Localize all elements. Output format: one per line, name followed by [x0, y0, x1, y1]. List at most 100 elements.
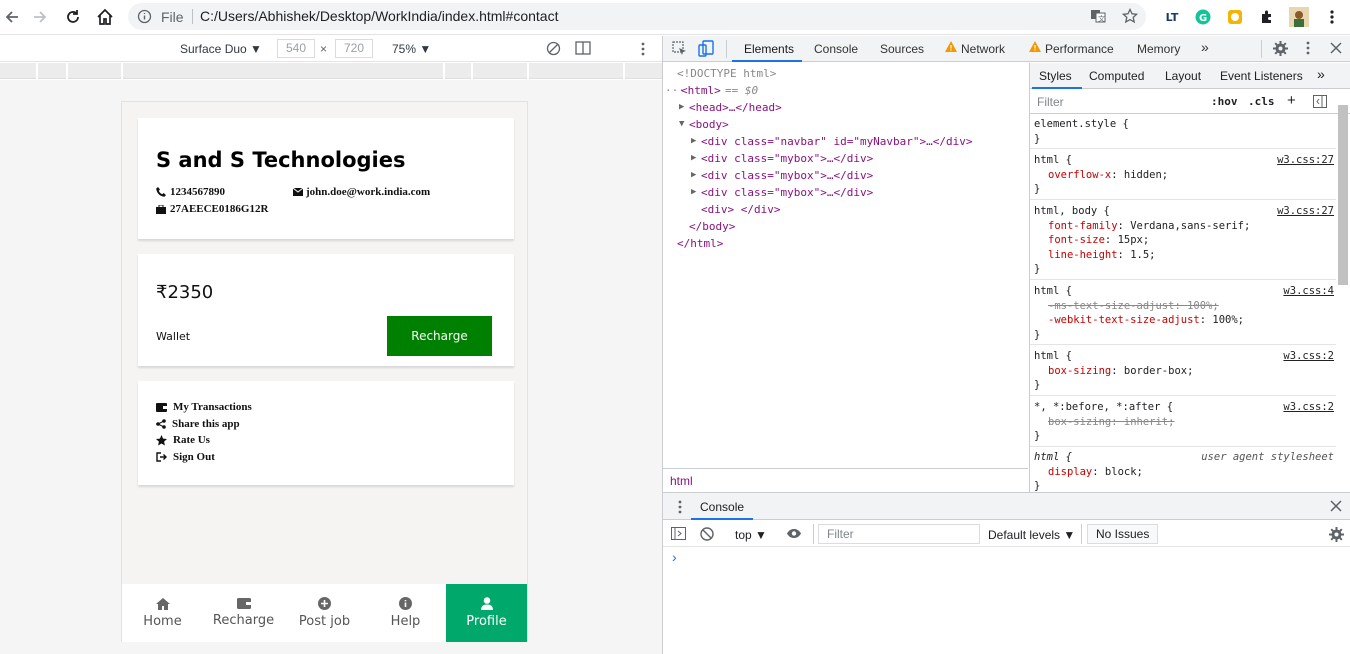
dom-mybox-div[interactable]: <div class="mybox">…</div>	[701, 150, 873, 167]
extension-lt-icon[interactable]: LT	[1160, 6, 1184, 28]
console-filter-input[interactable]: Filter	[818, 524, 980, 544]
more-tabs-button[interactable]: »	[1317, 66, 1325, 82]
collapse-arrow-icon[interactable]: ▼	[679, 116, 684, 133]
height-input[interactable]: 720	[335, 39, 373, 58]
menu-item-share[interactable]: Share this app	[156, 418, 240, 430]
url-text[interactable]: C:/Users/Abhishek/Desktop/WorkIndia/inde…	[200, 8, 558, 24]
css-rule[interactable]: html, body {w3.css:27 font-family: Verdan…	[1030, 202, 1336, 280]
css-declaration[interactable]: font-family: Verdana,sans-serif;	[1034, 219, 1332, 234]
css-declaration[interactable]: box-sizing: inherit;	[1034, 415, 1332, 430]
translate-icon[interactable]: 文	[1090, 8, 1106, 24]
dom-empty-div[interactable]: <div> </div>	[701, 201, 780, 218]
clear-console-icon[interactable]	[700, 527, 714, 541]
nav-post-job[interactable]: Post job	[284, 584, 365, 642]
inspect-element-icon[interactable]	[672, 41, 688, 57]
css-declaration[interactable]: box-sizing: border-box;	[1034, 364, 1332, 379]
device-menu-icon[interactable]	[641, 42, 645, 56]
menu-item-rate[interactable]: Rate Us	[156, 434, 210, 446]
devtools-menu-icon[interactable]	[1306, 41, 1310, 55]
hov-button[interactable]: :hov	[1211, 95, 1238, 108]
device-select[interactable]: Surface Duo ▼	[180, 42, 262, 56]
tab-memory[interactable]: Memory	[1137, 42, 1180, 56]
styles-filter-input[interactable]: Filter	[1037, 95, 1064, 109]
tab-performance[interactable]: Performance	[1045, 42, 1114, 56]
css-declaration[interactable]: line-height: 1.5;	[1034, 248, 1332, 263]
dom-mybox-div[interactable]: <div class="mybox">…</div>	[701, 184, 873, 201]
extension-orange-icon[interactable]	[1223, 6, 1247, 28]
add-rule-icon[interactable]: +	[1287, 92, 1296, 109]
dom-doctype[interactable]: <!DOCTYPE html>	[677, 65, 776, 82]
tab-network[interactable]: Network	[961, 42, 1005, 56]
close-icon[interactable]	[1330, 42, 1342, 54]
css-source-link[interactable]: w3.css:4	[1283, 284, 1334, 299]
css-source-link[interactable]: w3.css:27	[1277, 204, 1334, 219]
css-declaration[interactable]: -webkit-text-size-adjust: 100%;	[1034, 313, 1332, 328]
menu-item-signout[interactable]: Sign Out	[156, 451, 215, 463]
cls-button[interactable]: .cls	[1248, 95, 1275, 108]
expand-arrow-icon[interactable]: ▶	[691, 184, 696, 201]
forward-icon[interactable]	[28, 6, 52, 28]
media-query-ruler[interactable]	[0, 63, 662, 79]
dom-mybox-div[interactable]: <div class="mybox">…</div>	[701, 167, 873, 184]
close-icon[interactable]	[1330, 500, 1342, 512]
dom-head[interactable]: <head>…</head>	[689, 99, 782, 116]
nav-help[interactable]: Help	[365, 584, 446, 642]
more-tabs-button[interactable]: »	[1201, 39, 1209, 55]
css-source-link[interactable]: w3.css:27	[1277, 153, 1334, 168]
address-bar[interactable]: File C:/Users/Abhishek/Desktop/WorkIndia…	[128, 3, 1146, 30]
css-rule[interactable]: html {w3.css:4 -ms-text-size-adjust: 100%…	[1030, 282, 1336, 345]
reload-icon[interactable]	[61, 6, 85, 28]
tab-sources[interactable]: Sources	[880, 42, 924, 56]
css-rule[interactable]: html {w3.css:2 box-sizing: border-box;}	[1030, 347, 1336, 396]
expand-arrow-icon[interactable]: ▶	[679, 99, 684, 116]
dom-body-close[interactable]: </body>	[689, 218, 735, 235]
width-input[interactable]: 540	[277, 39, 315, 58]
device-toggle-icon[interactable]	[698, 40, 714, 57]
styles-scrollbar[interactable]	[1338, 105, 1348, 285]
expand-arrow-icon[interactable]: ▶	[691, 167, 696, 184]
profile-avatar-icon[interactable]	[1287, 6, 1311, 28]
css-source-link[interactable]: w3.css:2	[1283, 400, 1334, 415]
css-rule[interactable]: *, *:before, *:after {w3.css:2 box-sizing…	[1030, 398, 1336, 447]
console-prompt[interactable]: ›	[672, 549, 677, 565]
dual-screen-icon[interactable]	[575, 41, 591, 56]
chrome-menu-icon[interactable]	[1320, 6, 1344, 28]
dom-html-open[interactable]: <html>	[681, 82, 721, 99]
expand-arrow-icon[interactable]: ▶	[691, 150, 696, 167]
tab-layout[interactable]: Layout	[1165, 69, 1201, 83]
css-rule[interactable]: html {w3.css:27 overflow-x: hidden;}	[1030, 151, 1336, 200]
css-declaration[interactable]: -ms-text-size-adjust: 100%;	[1034, 299, 1332, 314]
toggle-sidebar-icon[interactable]	[1313, 95, 1327, 108]
rotate-icon[interactable]	[546, 41, 561, 56]
tab-styles[interactable]: Styles	[1039, 69, 1072, 83]
nav-profile[interactable]: Profile	[446, 584, 527, 642]
context-select[interactable]: top ▼	[735, 528, 767, 542]
menu-item-transactions[interactable]: My Transactions	[156, 401, 252, 413]
css-declaration[interactable]: overflow-x: hidden;	[1034, 168, 1332, 183]
console-sidebar-icon[interactable]	[671, 527, 686, 540]
dom-html-close[interactable]: </html>	[677, 235, 723, 252]
gear-icon[interactable]	[1273, 41, 1288, 56]
bookmark-star-icon[interactable]	[1122, 8, 1138, 24]
gear-icon[interactable]	[1329, 527, 1344, 542]
issues-button[interactable]: No Issues	[1087, 524, 1159, 544]
nav-home[interactable]: Home	[122, 584, 203, 642]
css-declaration[interactable]: font-size: 15px;	[1034, 233, 1332, 248]
info-icon[interactable]	[137, 9, 152, 24]
tab-elements[interactable]: Elements	[744, 42, 794, 56]
tab-console[interactable]: Console	[814, 42, 858, 56]
home-icon[interactable]	[93, 6, 117, 28]
extensions-puzzle-icon[interactable]	[1255, 6, 1279, 28]
css-declaration[interactable]: display: block;	[1034, 465, 1332, 480]
css-rule[interactable]: element.style {}	[1030, 115, 1336, 149]
drawer-tab-console[interactable]: Console	[700, 500, 744, 514]
css-source-link[interactable]: w3.css:2	[1283, 349, 1334, 364]
breadcrumb-html[interactable]: html	[670, 474, 693, 488]
eye-icon[interactable]	[786, 528, 802, 539]
nav-recharge[interactable]: Recharge	[203, 584, 284, 642]
tab-computed[interactable]: Computed	[1089, 69, 1144, 83]
back-icon[interactable]	[0, 6, 24, 28]
drawer-menu-icon[interactable]	[678, 500, 682, 514]
css-rule[interactable]: html {user agent stylesheet display: bloc…	[1030, 448, 1336, 497]
zoom-select[interactable]: 75% ▼	[392, 42, 431, 56]
